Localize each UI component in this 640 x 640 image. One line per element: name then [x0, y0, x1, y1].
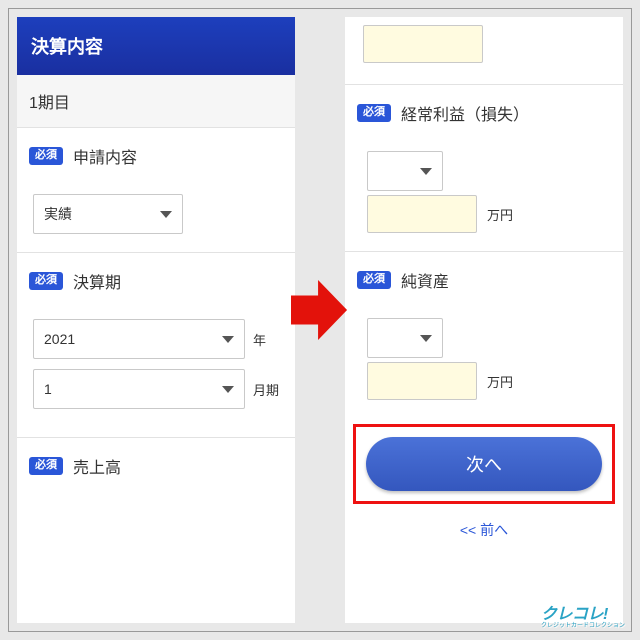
amount-input-ordinary[interactable] [367, 195, 477, 233]
next-button[interactable]: 次へ [366, 437, 602, 491]
required-badge: 必須 [29, 457, 63, 474]
watermark-text: クレコレ! [541, 606, 608, 623]
chevron-down-icon [222, 386, 234, 393]
select-netassets-sign[interactable] [367, 318, 443, 358]
netassets-unit: 万円 [487, 372, 513, 391]
required-badge: 必須 [357, 104, 391, 121]
section-net-assets: 必須 純資産 万円 [345, 251, 623, 410]
select-year-value: 2021 [44, 331, 75, 347]
section-title-fiscal: 決算期 [73, 269, 121, 293]
period-subheader: 1期目 [17, 75, 295, 128]
section-application: 必須 申請内容 実績 [17, 128, 295, 252]
required-badge: 必須 [29, 147, 63, 164]
chevron-down-icon [160, 211, 172, 218]
select-month[interactable]: 1 [33, 369, 245, 409]
amount-input-top[interactable] [363, 25, 483, 63]
next-button-label: 次へ [466, 451, 502, 477]
amount-input-netassets[interactable] [367, 362, 477, 400]
year-suffix: 年 [253, 330, 279, 349]
section-ordinary-profit: 必須 経常利益（損失） 万円 [345, 84, 623, 243]
select-ordinary-sign[interactable] [367, 151, 443, 191]
outer-frame: 決算内容 1期目 必須 申請内容 実績 必須 決算期 [8, 8, 632, 632]
section-title-net-assets: 純資産 [401, 268, 449, 292]
prev-link[interactable]: << 前へ [345, 512, 623, 554]
month-suffix: 月期 [253, 380, 279, 399]
select-application[interactable]: 実績 [33, 194, 183, 234]
section-title-ordinary-profit: 経常利益（損失） [401, 101, 529, 125]
header-title: 決算内容 [31, 37, 103, 57]
required-badge: 必須 [29, 272, 63, 289]
chevron-down-icon [420, 335, 432, 342]
panel-right: 必須 経常利益（損失） 万円 必須 純資産 [345, 17, 623, 623]
section-title-sales: 売上高 [73, 454, 121, 478]
chevron-down-icon [222, 336, 234, 343]
select-year[interactable]: 2021 [33, 319, 245, 359]
arrow-right-icon [291, 277, 349, 343]
panel-header: 決算内容 [17, 17, 295, 75]
required-badge: 必須 [357, 271, 391, 288]
panel-left: 決算内容 1期目 必須 申請内容 実績 必須 決算期 [17, 17, 295, 623]
section-sales: 必須 売上高 [17, 437, 295, 526]
section-title-application: 申請内容 [73, 144, 137, 168]
watermark-sub: クレジットカードコレクション [541, 623, 625, 629]
period-label: 1期目 [29, 95, 70, 112]
ordinary-unit: 万円 [487, 205, 513, 224]
next-button-highlight: 次へ [353, 424, 615, 504]
prev-link-label: << 前へ [460, 522, 508, 538]
select-month-value: 1 [44, 381, 52, 397]
select-application-value: 実績 [44, 204, 72, 224]
watermark: クレコレ! クレジットカードコレクション [541, 607, 625, 629]
section-fiscal: 必須 決算期 2021 年 1 月期 [17, 252, 295, 437]
chevron-down-icon [420, 168, 432, 175]
